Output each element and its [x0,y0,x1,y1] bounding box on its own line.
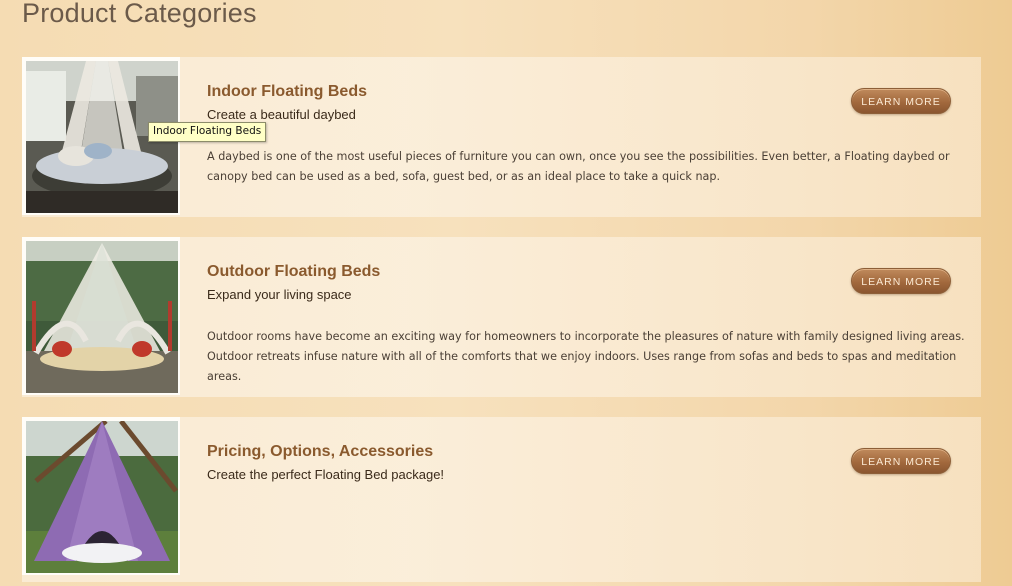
category-description-outdoor: Outdoor rooms have become an exciting wa… [207,330,965,383]
category-image-outdoor[interactable] [22,237,180,395]
image-tooltip: Indoor Floating Beds [148,122,267,142]
learn-more-button-indoor[interactable]: LEARN MORE [851,88,951,114]
category-card-outdoor: Outdoor Floating Beds Expand your living… [22,237,981,397]
category-title-pricing[interactable]: Pricing, Options, Accessories [207,443,433,461]
outdoor-bed-photo [26,241,178,393]
learn-more-button-pricing[interactable]: LEARN MORE [851,448,951,474]
teepee-bed-photo [26,421,178,573]
category-title-outdoor[interactable]: Outdoor Floating Beds [207,263,380,281]
page-title: Product Categories [22,0,257,28]
category-image-pricing[interactable] [22,417,180,575]
category-card-pricing: Pricing, Options, Accessories Create the… [22,417,981,582]
category-title-indoor[interactable]: Indoor Floating Beds [207,83,367,101]
category-subtitle-outdoor: Expand your living space [207,287,352,302]
category-subtitle-indoor: Create a beautiful daybed [207,107,356,122]
category-subtitle-pricing: Create the perfect Floating Bed package! [207,467,445,482]
category-description-indoor: A daybed is one of the most useful piece… [207,150,950,183]
learn-more-button-outdoor[interactable]: LEARN MORE [851,268,951,294]
